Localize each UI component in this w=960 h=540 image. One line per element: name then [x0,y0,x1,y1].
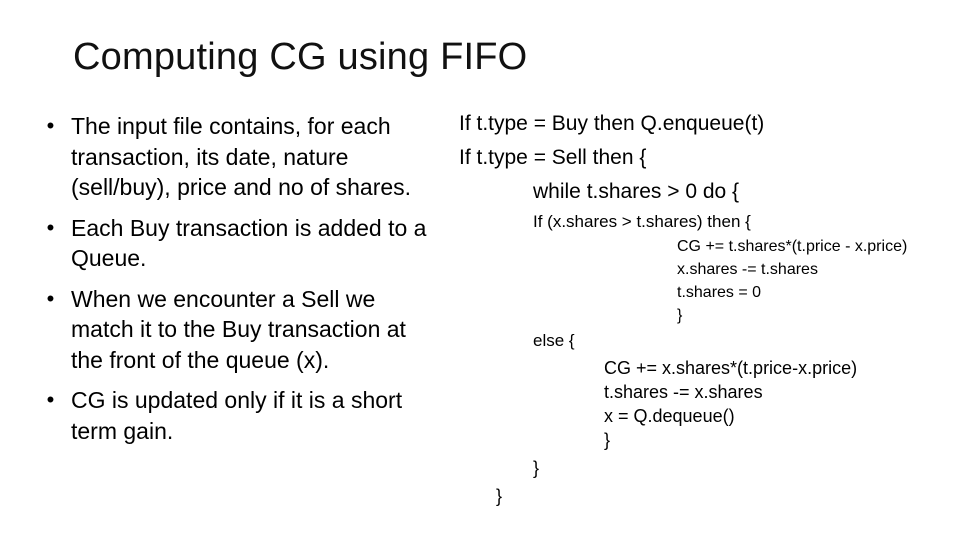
bullet-item: • When we encounter a Sell we match it t… [30,284,430,376]
bullet-list: • The input file contains, for each tran… [30,111,430,456]
code-line-close-if: } [677,307,683,324]
bullet-item: • CG is updated only if it is a short te… [30,385,430,446]
code-line-close-sell: } [496,486,503,506]
code-line-dequeue: x = Q.dequeue() [604,406,735,426]
bullet-text: The input file contains, for each transa… [71,113,412,200]
code-line-x-shares: x.shares -= t.shares [677,261,818,278]
code-line-cg-update-2: CG += x.shares*(t.price-x.price) [604,358,858,378]
bullet-text: Each Buy transaction is added to a Queue… [71,214,427,272]
bullet-icon: • [46,113,55,138]
bullet-text: When we encounter a Sell we match it to … [71,285,406,373]
bullet-item: • The input file contains, for each tran… [30,111,430,203]
code-line-enqueue: If t.type = Buy then Q.enqueue(t) [459,112,765,135]
code-line-t-shares-zero: t.shares = 0 [677,284,762,301]
code-line-cg-update-1: CG += t.shares*(t.price - x.price) [677,238,908,255]
code-line-while: while t.shares > 0 do { [533,180,740,203]
code-line-close-while: } [533,458,540,478]
bullet-icon: • [46,214,55,240]
code-line-else: else { [533,331,575,350]
bullet-icon: • [46,285,55,311]
code-line-sell: If t.type = Sell then { [459,146,647,169]
bullet-text: CG is updated only if it is a short term… [71,387,403,444]
bullet-item: • Each Buy transaction is added to a Que… [30,213,430,274]
slide-title: Computing CG using FIFO [73,36,528,78]
bullet-icon: • [46,387,55,412]
code-line-t-shares: t.shares -= x.shares [604,382,763,402]
code-line-close-else: } [604,430,611,450]
code-line-if-compare: If (x.shares > t.shares) then { [533,212,751,231]
